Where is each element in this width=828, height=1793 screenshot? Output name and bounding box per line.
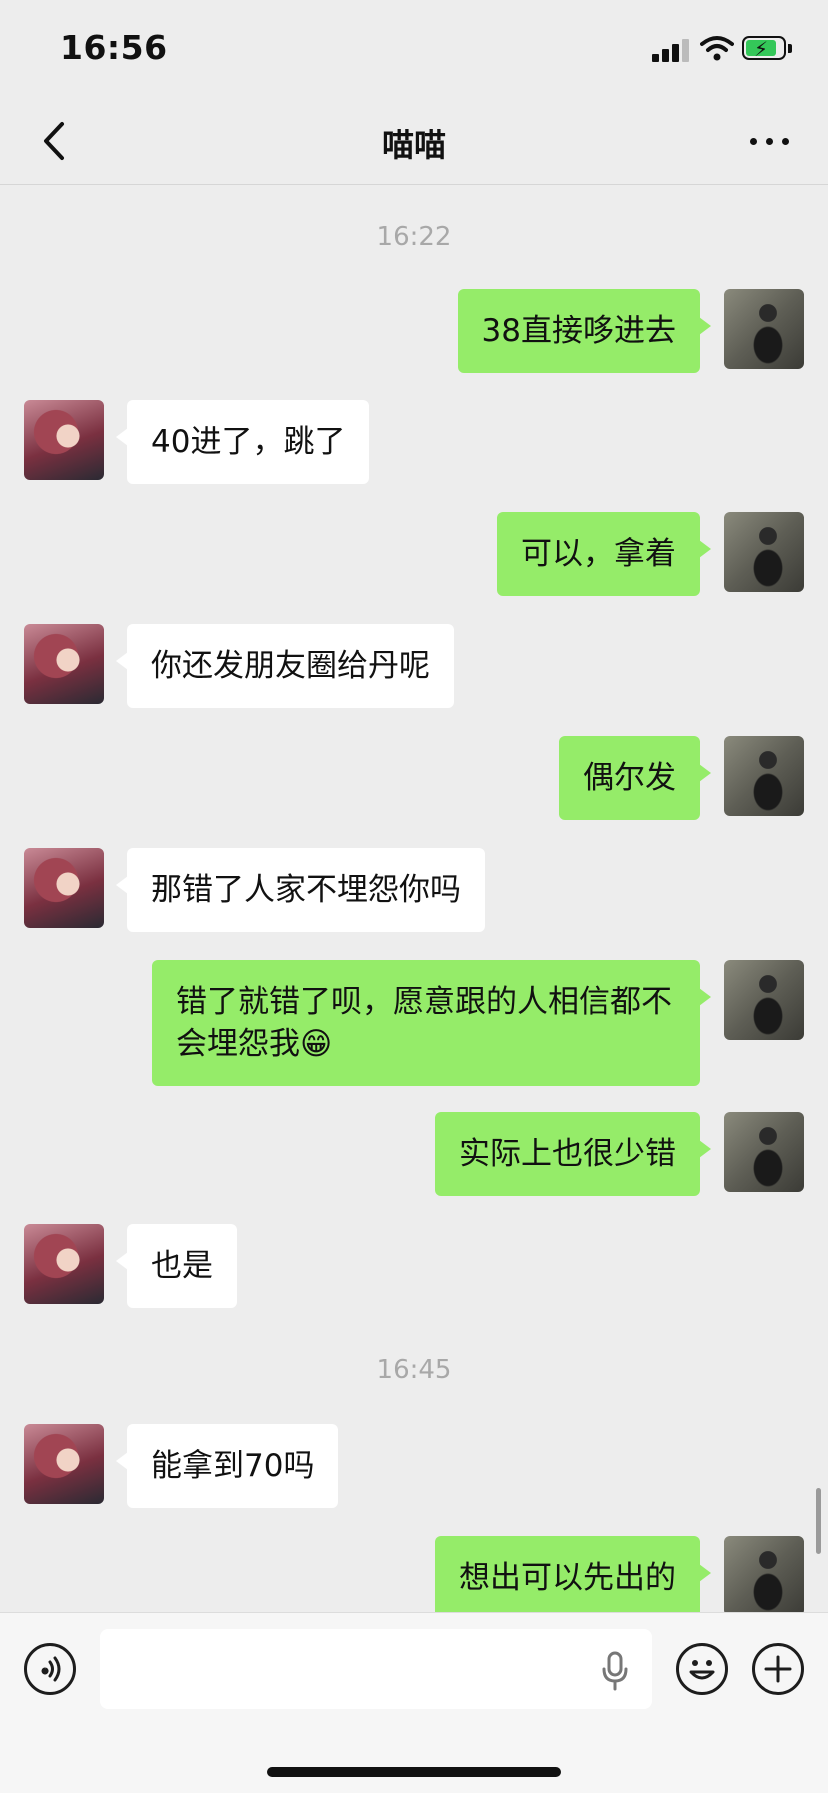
chat-scrollbar[interactable] <box>816 1488 821 1554</box>
more-options-icon[interactable] <box>744 116 794 166</box>
avatar-self[interactable] <box>724 1112 804 1192</box>
avatar-self[interactable] <box>724 289 804 369</box>
message-timestamp: 16:22 <box>376 222 452 252</box>
emoji-icon[interactable] <box>676 1643 728 1695</box>
battery-icon: ⚡ <box>742 36 794 62</box>
home-indicator[interactable] <box>267 1767 561 1777</box>
message-bubble-outgoing[interactable]: 想出可以先出的 <box>435 1536 711 1620</box>
avatar-self[interactable] <box>724 960 804 1040</box>
avatar-contact[interactable] <box>24 1424 104 1504</box>
wifi-icon <box>700 36 734 61</box>
signal-icon <box>652 38 690 62</box>
avatar-contact[interactable] <box>24 1224 104 1304</box>
avatar-self[interactable] <box>724 1536 804 1616</box>
microphone-icon[interactable] <box>600 1651 630 1691</box>
message-bubble-incoming[interactable]: 能拿到70吗 <box>115 1424 339 1508</box>
message-timestamp: 16:45 <box>376 1355 452 1385</box>
plus-icon[interactable] <box>752 1643 804 1695</box>
avatar-contact[interactable] <box>24 848 104 928</box>
avatar-self[interactable] <box>724 512 804 592</box>
message-bubble-incoming[interactable]: 你还发朋友圈给丹呢 <box>116 624 454 708</box>
avatar-contact[interactable] <box>24 400 104 480</box>
chat-title: 喵喵 <box>381 126 446 164</box>
message-bubble-outgoing[interactable]: 可以，拿着 <box>497 512 711 596</box>
message-bubble-incoming[interactable]: 那错了人家不埋怨你吗 <box>116 848 485 932</box>
message-bubble-incoming[interactable]: 也是 <box>116 1224 237 1308</box>
avatar-contact[interactable] <box>24 624 104 704</box>
status-time: 16:56 <box>60 28 168 67</box>
message-bubble-incoming[interactable]: 40进了，跳了 <box>115 400 370 484</box>
message-bubble-outgoing[interactable]: 偶尔发 <box>559 736 711 820</box>
voice-icon[interactable] <box>24 1643 76 1695</box>
avatar-self[interactable] <box>724 736 804 816</box>
message-bubble-outgoing[interactable]: 错了就错了呗，愿意跟的人相信都不会埋怨我😁 <box>152 960 711 1086</box>
message-bubble-outgoing[interactable]: 38直接哆进去 <box>457 289 712 373</box>
message-bubble-outgoing[interactable]: 实际上也很少错 <box>435 1112 711 1196</box>
status-bar: 16:56 ⚡ <box>0 0 828 100</box>
input-bar <box>0 1612 828 1793</box>
chat-header: 喵喵 <box>0 100 828 185</box>
message-input[interactable] <box>100 1629 652 1709</box>
